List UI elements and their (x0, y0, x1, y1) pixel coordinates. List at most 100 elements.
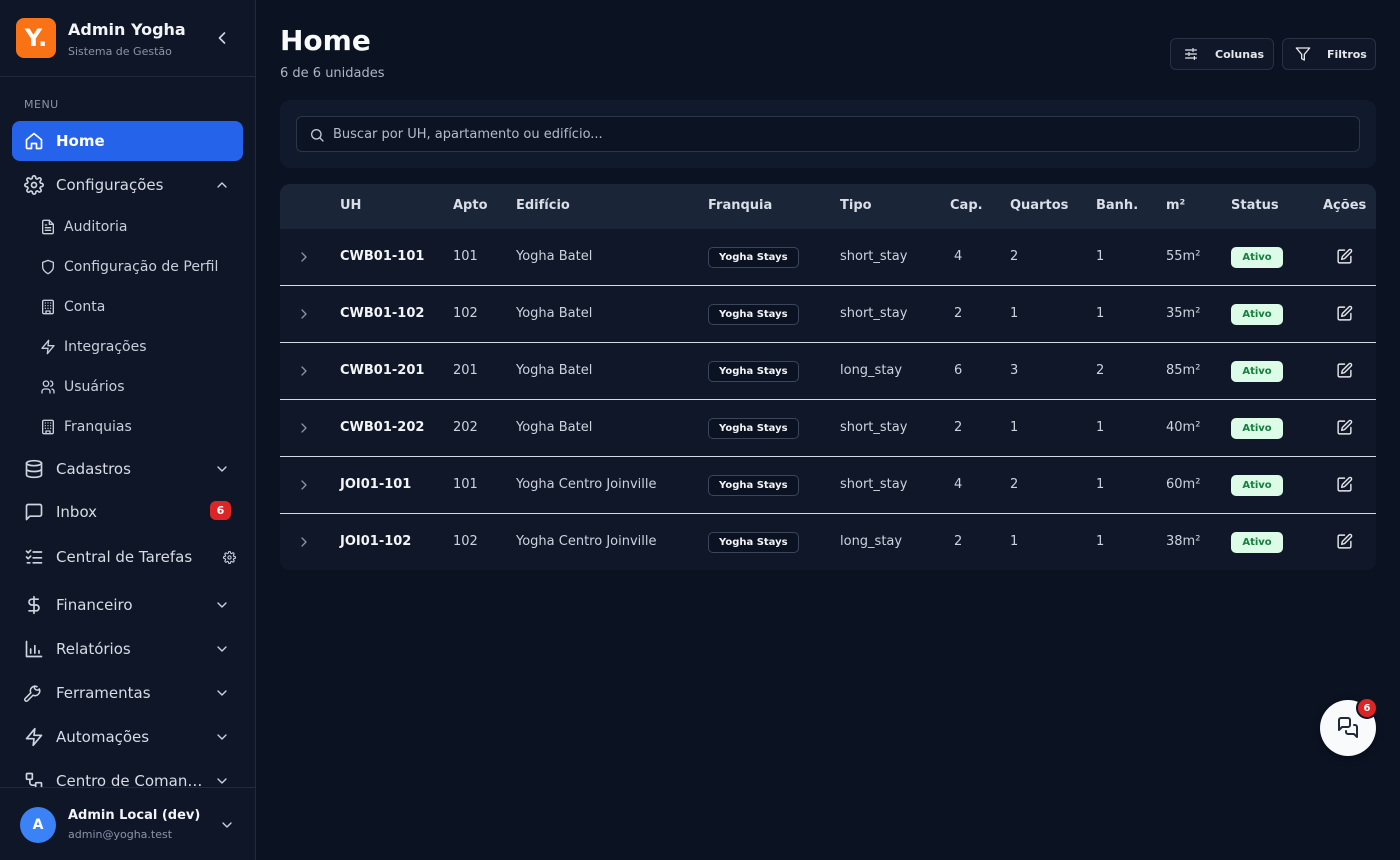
cell-edificio: Yogha Centro Joinville (516, 477, 657, 492)
cell-uh: JOI01-101 (340, 477, 412, 492)
status-badge: Ativo (1231, 418, 1283, 439)
user-profile-menu[interactable]: A Admin Local (dev) admin@yogha.test (0, 787, 255, 860)
sidebar-subitem-integracoes[interactable]: Integrações (28, 331, 243, 363)
column-header-status[interactable]: Status (1231, 198, 1279, 213)
shield-icon (40, 259, 56, 275)
chevron-up-icon (214, 177, 230, 193)
edit-icon[interactable] (1336, 362, 1353, 379)
sidebar-item-configuracoes[interactable]: Configurações (12, 165, 243, 205)
gear-icon (24, 175, 44, 195)
cell-cap: 2 (954, 420, 963, 435)
sidebar-item-label: Inbox (56, 503, 98, 521)
cell-m2: 60m² (1166, 477, 1201, 492)
sidebar-subitem-conta[interactable]: Conta (28, 291, 243, 323)
cell-uh: CWB01-102 (340, 306, 425, 321)
sidebar-item-inbox[interactable]: Inbox (12, 492, 243, 532)
cell-banh: 1 (1096, 420, 1105, 435)
column-header-banh[interactable]: Banh. (1096, 198, 1138, 213)
cell-cap: 4 (954, 249, 963, 264)
edit-icon[interactable] (1336, 476, 1353, 493)
column-header-franquia[interactable]: Franquia (708, 198, 772, 213)
cell-m2: 85m² (1166, 363, 1201, 378)
sidebar-subitem-auditoria[interactable]: Auditoria (28, 211, 243, 243)
search-input[interactable] (333, 117, 1353, 151)
zap-icon (40, 339, 56, 355)
brand-title: Admin Yogha (68, 20, 186, 39)
cell-edificio: Yogha Batel (516, 306, 593, 321)
franchise-tag: Yogha Stays (708, 418, 799, 439)
column-header-cap[interactable]: Cap. (950, 198, 983, 213)
cell-quartos: 3 (1010, 363, 1019, 378)
sidebar-subitem-franquias[interactable]: Franquias (28, 411, 243, 443)
table-row[interactable]: JOI01-101 101 Yogha Centro Joinville short_… (280, 457, 1376, 514)
columns-button[interactable]: Colunas (1170, 38, 1274, 70)
column-header-m2[interactable]: m² (1166, 198, 1185, 213)
chevron-right-icon[interactable] (296, 420, 312, 436)
message-square-icon (24, 502, 44, 522)
chevron-down-icon (214, 729, 230, 745)
columns-button-label: Colunas (1215, 47, 1265, 61)
table-row[interactable]: JOI01-102 102 Yogha Centro Joinville long_s… (280, 514, 1376, 570)
cell-banh: 2 (1096, 363, 1105, 378)
sidebar-item-cadastros[interactable]: Cadastros (12, 449, 243, 489)
cell-banh: 1 (1096, 306, 1105, 321)
units-table: UH Apto Edifício Franquia Tipo Cap. Quar… (280, 184, 1376, 570)
table-row[interactable]: CWB01-101 101 Yogha Batel short_stay 4 2 1 55m²… (280, 229, 1376, 286)
dollar-icon (24, 595, 44, 615)
sidebar-item-central-tarefas[interactable]: Central de Tarefas (12, 537, 243, 577)
list-checks-icon (24, 547, 44, 567)
franchise-tag: Yogha Stays (708, 304, 799, 325)
cell-tipo: long_stay (840, 363, 903, 378)
inbox-count-badge: 6 (210, 501, 231, 520)
table-row[interactable]: CWB01-202 202 Yogha Batel short_stay 2 1 1 40m²… (280, 400, 1376, 457)
sidebar-item-ferramentas[interactable]: Ferramentas (12, 673, 243, 713)
table-header: UH Apto Edifício Franquia Tipo Cap. Quar… (280, 184, 1376, 229)
cell-cap: 2 (954, 306, 963, 321)
filters-button[interactable]: Filtros (1282, 38, 1376, 70)
sidebar-item-centro-comando[interactable]: Centro de Coman… (12, 761, 243, 787)
users-icon (40, 379, 56, 395)
sidebar-item-automacoes[interactable]: Automações (12, 717, 243, 757)
edit-icon[interactable] (1336, 305, 1353, 322)
table-row[interactable]: CWB01-102 102 Yogha Batel short_stay 2 1 1 35m²… (280, 286, 1376, 343)
wrench-icon (24, 683, 44, 703)
cell-cap: 4 (954, 477, 963, 492)
sidebar-item-label: Financeiro (56, 596, 133, 614)
sidebar-subitem-usuarios[interactable]: Usuários (28, 371, 243, 403)
column-header-tipo[interactable]: Tipo (840, 198, 872, 213)
cell-m2: 55m² (1166, 249, 1201, 264)
sliders-icon (1183, 46, 1199, 62)
building-icon (40, 419, 56, 435)
sidebar-item-label: Configurações (56, 176, 164, 194)
brand-logo[interactable]: Y. (16, 18, 56, 58)
chevron-down-icon (214, 597, 230, 613)
collapse-sidebar-icon[interactable] (212, 28, 232, 48)
edit-icon[interactable] (1336, 533, 1353, 550)
edit-icon[interactable] (1336, 248, 1353, 265)
table-row[interactable]: CWB01-201 201 Yogha Batel long_stay 6 3 2 85m² Y… (280, 343, 1376, 400)
chevron-right-icon[interactable] (296, 249, 312, 265)
sidebar-item-relatorios[interactable]: Relatórios (12, 629, 243, 669)
bar-chart-icon (24, 639, 44, 659)
search-icon (309, 127, 325, 143)
status-badge: Ativo (1231, 475, 1283, 496)
search-field[interactable] (296, 116, 1360, 152)
sidebar-subitem-label: Franquias (64, 419, 132, 435)
gear-icon[interactable] (223, 550, 236, 564)
column-header-apto[interactable]: Apto (453, 198, 488, 213)
chevron-right-icon[interactable] (296, 363, 312, 379)
sidebar-item-home[interactable]: Home (12, 121, 243, 161)
column-header-edificio[interactable]: Edifício (516, 198, 570, 213)
avatar: A (20, 807, 56, 843)
brand-header: Y. Admin Yogha Sistema de Gestão (0, 0, 255, 77)
sidebar-item-financeiro[interactable]: Financeiro (12, 585, 243, 625)
chevron-right-icon[interactable] (296, 477, 312, 493)
sidebar-subitem-configuracao-perfil[interactable]: Configuração de Perfil (28, 251, 243, 283)
user-email: admin@yogha.test (68, 828, 173, 841)
edit-icon[interactable] (1336, 419, 1353, 436)
chevron-right-icon[interactable] (296, 306, 312, 322)
chevron-right-icon[interactable] (296, 534, 312, 550)
sidebar-subitem-label: Usuários (64, 379, 125, 395)
column-header-uh[interactable]: UH (340, 198, 361, 213)
column-header-quartos[interactable]: Quartos (1010, 198, 1068, 213)
